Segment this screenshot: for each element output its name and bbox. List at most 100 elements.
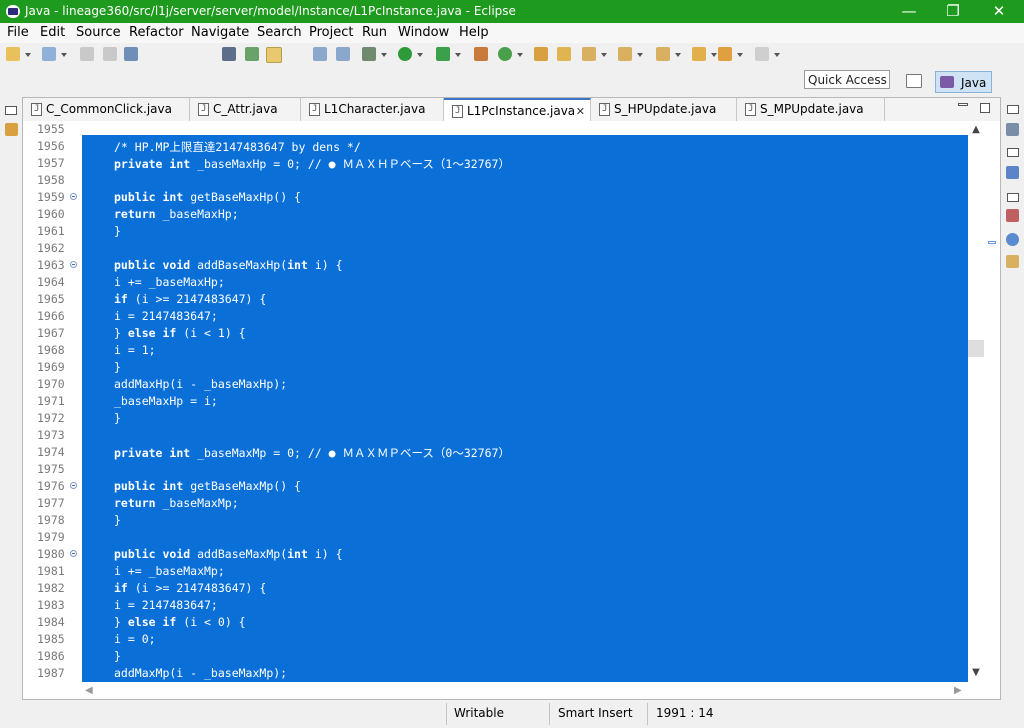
tab-close-icon[interactable]: ✕	[576, 100, 585, 123]
task-list-icon[interactable]	[1006, 123, 1019, 136]
line-number: 1965	[37, 292, 65, 306]
run-icon[interactable]	[398, 47, 423, 61]
java-file-icon	[599, 98, 610, 121]
code-text: } else if (i < 0) {	[114, 615, 246, 629]
menu-file[interactable]: File	[7, 25, 29, 40]
forward-icon[interactable]	[755, 47, 780, 61]
title-bar: Java - lineage360/src/l1j/server/server/…	[0, 0, 1024, 23]
vertical-scrollbar[interactable]: ▲ ▼	[968, 121, 985, 682]
debug-icon[interactable]	[362, 47, 387, 61]
restore-view-icon[interactable]	[1007, 105, 1019, 114]
new-java-project-icon[interactable]	[474, 47, 488, 61]
next-annotation-icon[interactable]	[618, 47, 643, 61]
code-line: 1971 _baseMaxHp = i;	[23, 393, 968, 410]
toggle-breadcrumb-icon[interactable]	[222, 47, 236, 61]
save-all-icon[interactable]	[103, 47, 117, 61]
menu-project[interactable]: Project	[309, 25, 353, 40]
code-line: 1961}	[23, 223, 968, 240]
minimize-editor-icon[interactable]	[958, 103, 968, 106]
new-icon[interactable]	[6, 47, 31, 61]
quick-access-field[interactable]: Quick Access	[804, 70, 890, 89]
line-number: 1986	[37, 649, 65, 663]
code-text: i = 0;	[114, 632, 156, 646]
minimize-button[interactable]: —	[886, 0, 932, 23]
fold-toggle-icon[interactable]	[70, 482, 77, 489]
code-line: 1972}	[23, 410, 968, 427]
tab-s-mpupdate[interactable]: S_MPUpdate.java	[737, 98, 885, 121]
fold-toggle-icon[interactable]	[70, 550, 77, 557]
code-text: return _baseMaxHp;	[114, 207, 239, 221]
problems-icon[interactable]	[1006, 209, 1019, 222]
tab-l1pcinstance[interactable]: L1PcInstance.java ✕	[444, 98, 591, 123]
status-insert-mode: Smart Insert	[558, 706, 633, 720]
new-class-icon[interactable]	[498, 47, 523, 61]
code-text: }	[114, 360, 121, 374]
menu-help[interactable]: Help	[459, 25, 489, 40]
print-icon[interactable]	[124, 47, 138, 61]
tab-l1character[interactable]: L1Character.java	[301, 98, 444, 121]
declaration-icon[interactable]	[1006, 255, 1019, 268]
show-whitespace-icon[interactable]	[336, 47, 350, 61]
java-perspective-button[interactable]: Java	[935, 71, 992, 93]
code-line: 1970 addMaxHp(i - _baseMaxHp);	[23, 376, 968, 393]
menu-search[interactable]: Search	[257, 25, 302, 40]
line-number: 1967	[37, 326, 65, 340]
open-folder-icon[interactable]	[557, 47, 571, 61]
run-last-tool-icon[interactable]	[436, 47, 461, 61]
outline-icon[interactable]	[1006, 166, 1019, 179]
line-number: 1975	[37, 462, 65, 476]
code-line: 1987 addMaxMp(i - _baseMaxMp);	[23, 665, 968, 682]
restore-view-icon[interactable]	[5, 106, 17, 115]
line-number: 1985	[37, 632, 65, 646]
fold-toggle-icon[interactable]	[70, 193, 77, 200]
maximize-editor-icon[interactable]	[980, 103, 990, 113]
block-selection-icon[interactable]	[313, 47, 327, 61]
java-file-icon	[745, 98, 756, 121]
scroll-up-icon[interactable]: ▲	[971, 125, 981, 135]
code-line: 1957 private int _baseMaxHp = 0; // ● ＭＡＸ…	[23, 155, 968, 172]
open-perspective-icon[interactable]	[906, 74, 922, 88]
java-file-icon	[309, 98, 320, 121]
line-number: 1968	[37, 343, 65, 357]
menu-edit[interactable]: Edit	[40, 25, 65, 40]
scroll-down-icon[interactable]: ▼	[971, 668, 981, 678]
open-type-icon[interactable]	[42, 47, 67, 61]
line-number: 1979	[37, 530, 65, 544]
editor-tabs: C_CommonClick.java C_Attr.java L1Charact…	[23, 98, 1000, 123]
highlight-icon[interactable]	[266, 47, 282, 63]
status-bar: Writable Smart Insert 1991 : 14	[0, 700, 1024, 728]
tab-s-hpupdate[interactable]: S_HPUpdate.java	[591, 98, 737, 121]
close-button[interactable]: ✕	[976, 0, 1022, 23]
mark-occurrences-icon[interactable]	[245, 47, 259, 61]
restore-view-icon[interactable]	[1007, 148, 1019, 157]
open-type-hierarchy-icon[interactable]	[534, 47, 548, 61]
back-icon[interactable]	[718, 47, 743, 61]
javadoc-icon[interactable]	[1006, 233, 1019, 246]
save-icon[interactable]	[80, 47, 94, 61]
line-number: 1981	[37, 564, 65, 578]
last-edit-location-icon[interactable]	[692, 47, 717, 61]
code-line: 1973	[23, 427, 968, 444]
menu-refactor[interactable]: Refactor	[129, 25, 184, 40]
package-explorer-icon[interactable]	[5, 123, 18, 136]
search-icon[interactable]	[582, 47, 607, 61]
overview-marker[interactable]	[988, 241, 996, 244]
menu-bar: File Edit Source Refactor Navigate Searc…	[0, 23, 1024, 43]
code-editor[interactable]: 1955 1956 /* HP.MP上限直達2147483647 by dens *…	[23, 121, 968, 682]
menu-window[interactable]: Window	[398, 25, 449, 40]
scroll-left-icon[interactable]: ◀	[85, 685, 93, 696]
horizontal-scrollbar[interactable]: ◀ ▶	[82, 682, 968, 699]
scroll-right-icon[interactable]: ▶	[954, 685, 962, 696]
tab-c-attr[interactable]: C_Attr.java	[190, 98, 301, 121]
fold-toggle-icon[interactable]	[70, 261, 77, 268]
menu-navigate[interactable]: Navigate	[191, 25, 249, 40]
tab-c-commonclick[interactable]: C_CommonClick.java	[23, 98, 190, 121]
restore-view-icon[interactable]	[1007, 193, 1019, 202]
previous-annotation-icon[interactable]	[656, 47, 681, 61]
code-line: 1982 if (i >= 2147483647) {	[23, 580, 968, 597]
menu-run[interactable]: Run	[362, 25, 387, 40]
scroll-thumb[interactable]	[968, 340, 984, 357]
menu-source[interactable]: Source	[76, 25, 121, 40]
overview-ruler[interactable]	[985, 121, 1000, 682]
maximize-button[interactable]: ❐	[930, 0, 976, 23]
